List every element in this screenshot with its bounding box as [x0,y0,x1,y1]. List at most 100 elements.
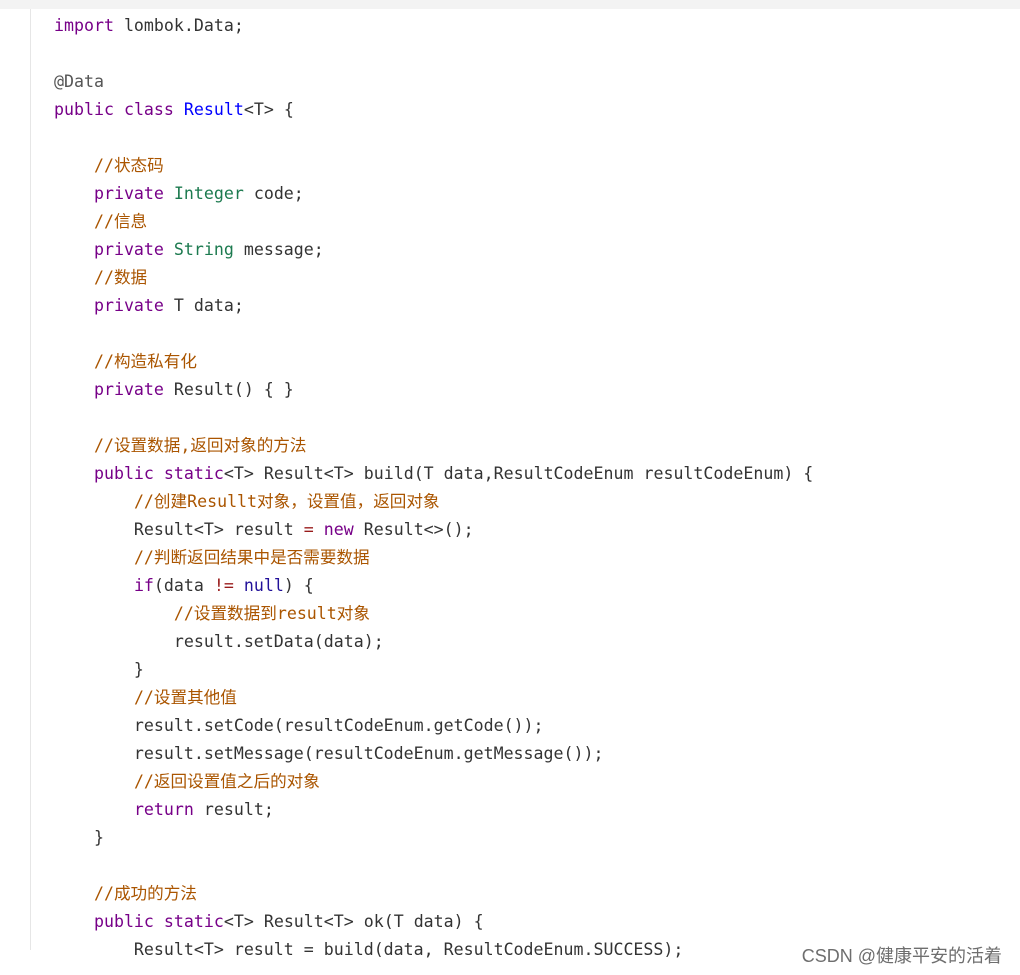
comment: //构造私有化 [93,352,197,371]
keyword: private [93,380,164,399]
code-text: result.setMessage(resultCodeEnum.getMess… [54,744,604,763]
type-name: Integer [173,184,244,203]
code-text: (data [153,576,214,595]
comment: //状态码 [93,156,164,175]
keyword: public [93,912,154,931]
code-line: //返回设置值之后的对象 [54,768,1020,796]
code-text: code; [243,184,304,203]
comment: //数据 [93,268,148,287]
class-name: Result [183,100,244,119]
code-line: private String message; [54,236,1020,264]
comment: //信息 [93,212,148,231]
operator: != [213,576,234,595]
code-text: lombok.Data; [113,16,244,35]
comment: //判断返回结果中是否需要数据 [133,548,370,567]
type-name: String [173,240,234,259]
code-line: if(data != null) { [54,572,1020,600]
code-line: //状态码 [54,152,1020,180]
code-line: } [54,656,1020,684]
keyword: new [323,520,354,539]
watermark: CSDN @健康平安的活着 [799,942,1004,968]
code-line: //设置数据,返回对象的方法 [54,432,1020,460]
annotation: @Data [54,72,104,91]
code-line: //创建Resullt对象，设置值，返回对象 [54,488,1020,516]
code-line: //成功的方法 [54,880,1020,908]
code-line: result.setMessage(resultCodeEnum.getMess… [54,740,1020,768]
comment: //成功的方法 [93,884,197,903]
code-text: result.setData(data); [54,632,384,651]
keyword: import [54,16,114,35]
keyword: public [93,464,154,483]
null-literal: null [243,576,284,595]
code-line: result.setCode(resultCodeEnum.getCode())… [54,712,1020,740]
code-text: result; [193,800,274,819]
code-line: //设置其他值 [54,684,1020,712]
code-line: Result<T> result = new Result<>(); [54,516,1020,544]
comment: //返回设置值之后的对象 [133,772,320,791]
keyword: public [54,100,114,119]
code-line: //设置数据到result对象 [54,600,1020,628]
code-line: public class Result<T> { [54,96,1020,124]
comment: //创建Resullt对象，设置值，返回对象 [133,492,440,511]
keyword: class [123,100,174,119]
keyword: private [93,240,164,259]
code-line: private T data; [54,292,1020,320]
code-text: } [54,828,104,847]
comment: //设置其他值 [133,688,237,707]
code-line: //构造私有化 [54,348,1020,376]
comment: //设置数据到result对象 [173,604,370,623]
code-line: //数据 [54,264,1020,292]
code-text: T data; [163,296,244,315]
code-text: Result() { } [163,380,294,399]
keyword: private [93,296,164,315]
code-text: <T> { [243,100,294,119]
keyword: static [163,464,224,483]
code-line: //判断返回结果中是否需要数据 [54,544,1020,572]
top-strip [0,0,1020,9]
keyword: static [163,912,224,931]
keyword: private [93,184,164,203]
code-line: public static<T> Result<T> build(T data,… [54,460,1020,488]
code-line: return result; [54,796,1020,824]
code-text: message; [233,240,324,259]
code-text: <T> Result<T> build(T data,ResultCodeEnu… [223,464,814,483]
code-text: <T> Result<T> ok(T data) { [223,912,484,931]
operator: = [303,520,314,539]
comment: //设置数据,返回对象的方法 [93,436,307,455]
code-line: import lombok.Data; [54,12,1020,40]
keyword: return [133,800,194,819]
code-text: Result<T> result [54,520,304,539]
code-line: result.setData(data); [54,628,1020,656]
code-line: } [54,824,1020,852]
code-line: private Integer code; [54,180,1020,208]
